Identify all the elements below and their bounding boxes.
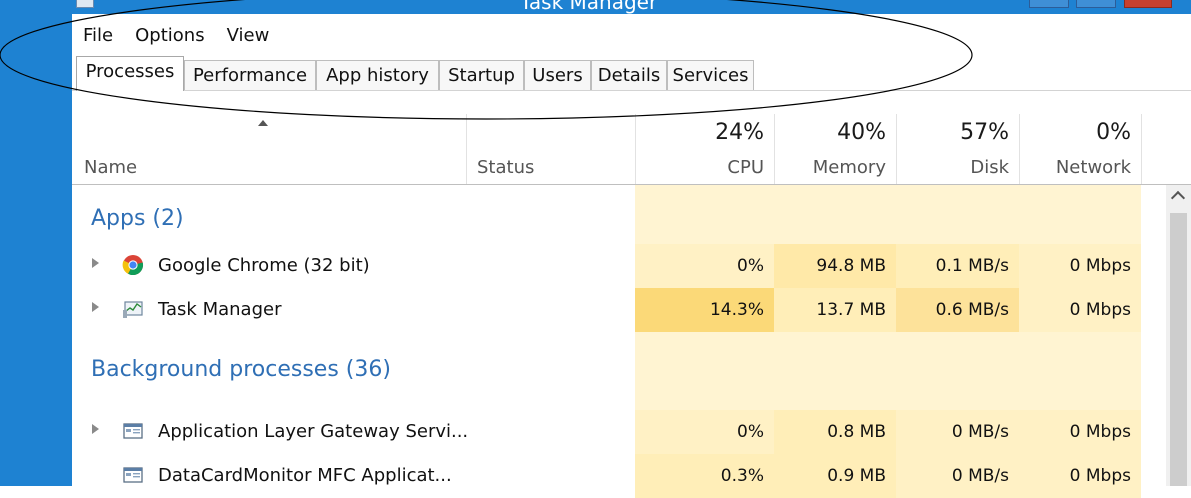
menu-file[interactable]: File (72, 22, 124, 50)
group-header-background-processes[interactable]: Background processes (36) (91, 357, 391, 382)
tab-processes[interactable]: Processes (76, 56, 184, 91)
network-total-percent: 0% (1096, 120, 1131, 145)
table-row[interactable]: Task Manager 14.3% 13.7 MB 0.6 MB/s 0 Mb… (72, 288, 1166, 332)
process-name: Application Layer Gateway Servi... (158, 421, 469, 442)
tab-services[interactable]: Services (667, 60, 754, 90)
sort-ascending-icon (258, 120, 268, 126)
expand-arrow-icon[interactable] (92, 424, 99, 434)
column-memory-header[interactable]: 40% Memory (774, 114, 896, 184)
memory-value: 13.7 MB (774, 288, 896, 332)
expand-arrow-icon[interactable] (92, 302, 99, 312)
group-header-apps[interactable]: Apps (2) (91, 206, 184, 231)
network-value: 0 Mbps (1019, 288, 1141, 332)
memory-value: 0.9 MB (774, 454, 896, 498)
column-memory-label: Memory (812, 157, 886, 178)
process-list: Apps (2) Google Chrome (32 bit) 0% 94.8 … (72, 185, 1166, 498)
tab-startup[interactable]: Startup (439, 60, 524, 90)
tab-users[interactable]: Users (524, 60, 591, 90)
expand-arrow-icon[interactable] (92, 258, 99, 268)
task-manager-icon (123, 301, 143, 318)
memory-value: 94.8 MB (774, 244, 896, 288)
task-manager-window: File Options View Processes Performance … (72, 14, 1191, 498)
disk-value: 0 MB/s (896, 454, 1019, 498)
column-header: Name Status 24% CPU 40% Memory 57% Disk … (72, 114, 1191, 185)
tab-details[interactable]: Details (591, 60, 667, 90)
chrome-icon (122, 255, 144, 276)
column-network-header[interactable]: 0% Network (1019, 114, 1141, 184)
tab-app-history[interactable]: App history (316, 60, 439, 90)
network-value: 0 Mbps (1019, 454, 1141, 498)
memory-total-percent: 40% (837, 120, 886, 145)
disk-value: 0.1 MB/s (896, 244, 1019, 288)
column-name-header[interactable]: Name (72, 114, 466, 184)
table-row[interactable]: Application Layer Gateway Servi... 0% 0.… (72, 410, 1166, 454)
column-header-spacer (1141, 114, 1191, 184)
process-name: Google Chrome (32 bit) (158, 255, 370, 276)
minimize-button[interactable] (1029, 0, 1069, 8)
disk-total-percent: 57% (960, 120, 1009, 145)
cpu-value: 0.3% (635, 454, 774, 498)
column-disk-header[interactable]: 57% Disk (896, 114, 1019, 184)
menu-view[interactable]: View (216, 22, 281, 50)
tab-strip: Processes Performance App history Startu… (72, 56, 1191, 91)
tab-performance[interactable]: Performance (184, 60, 316, 90)
column-name-label: Name (84, 157, 138, 178)
column-network-label: Network (1055, 157, 1131, 178)
scrollbar-thumb[interactable] (1170, 213, 1187, 486)
menu-options[interactable]: Options (124, 22, 215, 50)
vertical-scrollbar[interactable] (1166, 185, 1191, 486)
close-button[interactable] (1124, 0, 1172, 8)
maximize-button[interactable] (1076, 0, 1116, 8)
service-window-icon (123, 467, 143, 483)
cpu-value: 0% (635, 410, 774, 454)
disk-value: 0 MB/s (896, 410, 1019, 454)
column-cpu-header[interactable]: 24% CPU (635, 114, 774, 184)
disk-value: 0.6 MB/s (896, 288, 1019, 332)
process-name: DataCardMonitor MFC Applicat... (158, 465, 452, 486)
window-title-bar[interactable]: Task Manager (0, 0, 1191, 14)
cpu-total-percent: 24% (715, 120, 764, 145)
task-manager-app-icon (76, 0, 94, 8)
table-row[interactable]: DataCardMonitor MFC Applicat... 0.3% 0.9… (72, 454, 1166, 498)
memory-value: 0.8 MB (774, 410, 896, 454)
service-window-icon (123, 423, 143, 439)
process-name: Task Manager (158, 299, 282, 320)
desktop-background (0, 0, 72, 486)
network-value: 0 Mbps (1019, 244, 1141, 288)
window-title: Task Manager (520, 0, 658, 14)
scroll-up-arrow-icon[interactable] (1170, 190, 1186, 206)
column-cpu-label: CPU (727, 157, 764, 178)
column-status-header[interactable]: Status (466, 114, 635, 184)
column-disk-label: Disk (970, 157, 1009, 178)
network-value: 0 Mbps (1019, 410, 1141, 454)
table-row[interactable]: Google Chrome (32 bit) 0% 94.8 MB 0.1 MB… (72, 244, 1166, 288)
cpu-value: 14.3% (635, 288, 774, 332)
menu-bar: File Options View (72, 22, 280, 50)
column-status-label: Status (477, 157, 535, 178)
cpu-value: 0% (635, 244, 774, 288)
